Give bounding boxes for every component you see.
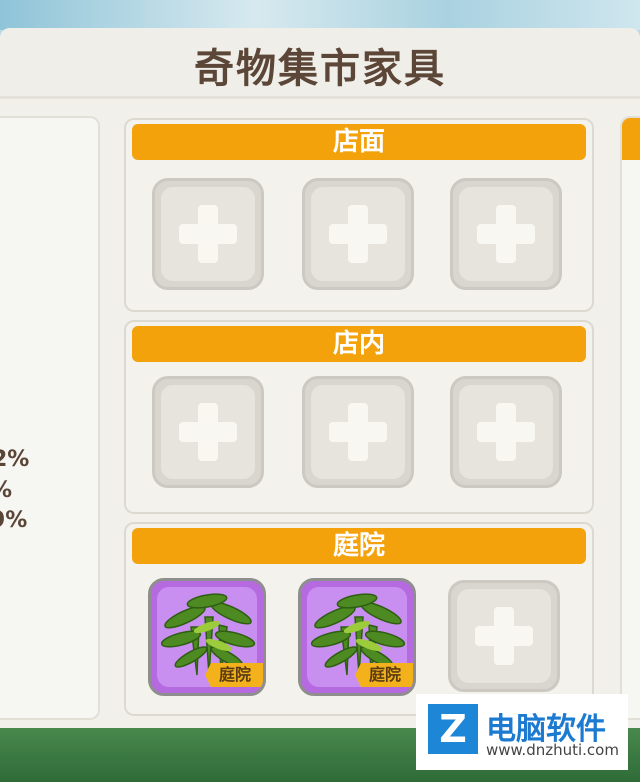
plus-icon <box>475 607 533 665</box>
furniture-slot-empty[interactable] <box>152 376 264 488</box>
watermark-url: www.dnzhuti.com <box>486 741 619 759</box>
plus-icon <box>179 403 237 461</box>
background-sky <box>0 0 640 30</box>
furniture-slot-empty[interactable] <box>302 178 414 290</box>
section-courtyard: 庭院 庭院 庭院 <box>124 522 594 716</box>
furniture-slot-empty[interactable] <box>152 178 264 290</box>
plus-icon <box>179 205 237 263</box>
plus-icon <box>329 205 387 263</box>
furniture-slot-empty[interactable] <box>450 376 562 488</box>
furniture-slot-empty[interactable] <box>448 580 560 692</box>
page-title: 奇物集市家具 <box>194 46 446 92</box>
stat-value: 2% <box>0 447 30 472</box>
title-divider <box>0 96 640 99</box>
furniture-slot-empty[interactable] <box>450 178 562 290</box>
side-panel-header <box>622 118 640 160</box>
plus-icon <box>477 205 535 263</box>
furniture-slot-empty[interactable] <box>302 376 414 488</box>
plus-icon <box>477 403 535 461</box>
furniture-slot-item[interactable]: 庭院 <box>298 578 416 696</box>
plus-icon <box>329 403 387 461</box>
section-storefront: 店面 <box>124 118 594 312</box>
section-header: 店面 <box>132 124 586 160</box>
section-header: 店内 <box>132 326 586 362</box>
furniture-slot-item[interactable]: 庭院 <box>148 578 266 696</box>
section-header: 庭院 <box>132 528 586 564</box>
stats-panel <box>0 116 100 720</box>
section-interior: 店内 <box>124 320 594 514</box>
stat-value: 9% <box>0 508 28 533</box>
item-tag: 庭院 <box>355 663 413 687</box>
side-panel <box>620 116 640 720</box>
item-tag: 庭院 <box>205 663 263 687</box>
watermark-logo: Z <box>428 704 478 754</box>
stat-value: % <box>0 478 12 503</box>
